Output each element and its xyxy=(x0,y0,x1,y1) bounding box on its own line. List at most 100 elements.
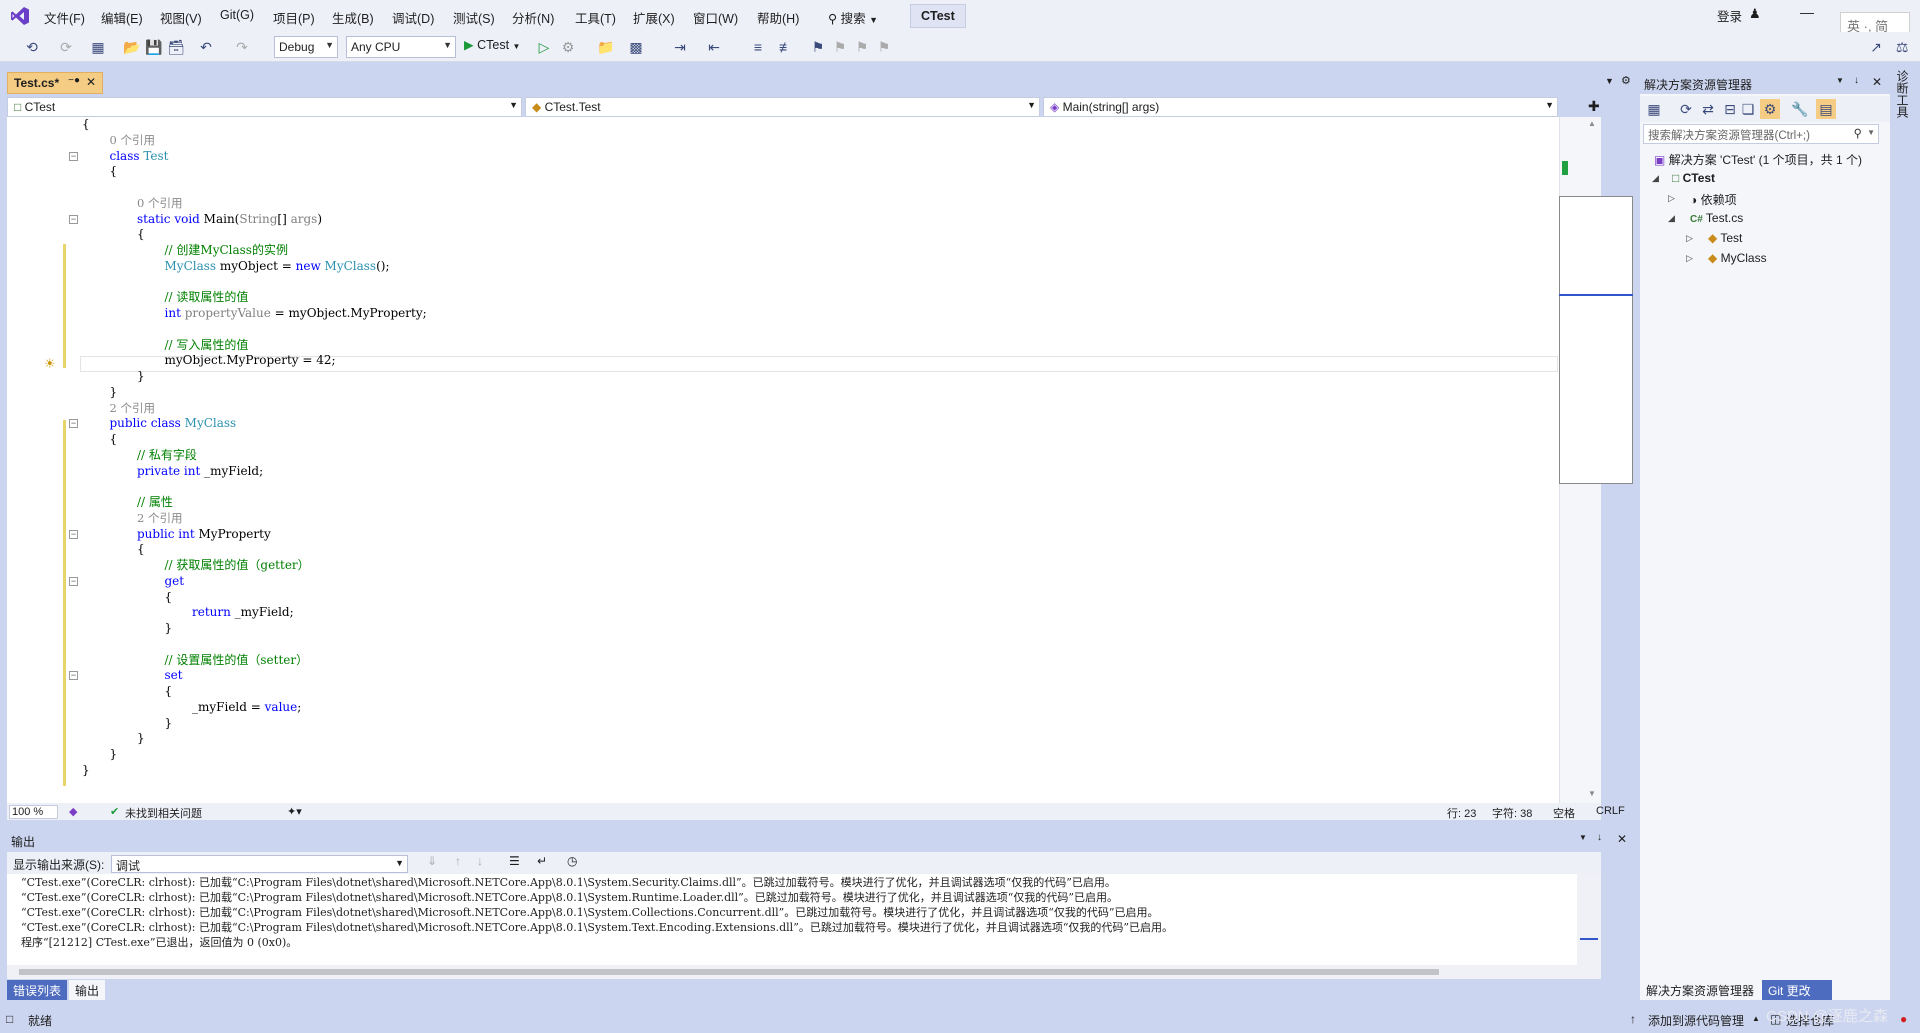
fold-toggle-icon[interactable]: − xyxy=(69,529,78,539)
code-line[interactable]: private int _myField; xyxy=(137,464,263,478)
code-line[interactable]: 2 个引用 xyxy=(137,511,182,525)
start-without-debugging-icon[interactable]: ▷ xyxy=(534,37,554,57)
codelens-references[interactable]: 2 个引用 xyxy=(110,401,155,415)
fold-toggle-icon[interactable]: − xyxy=(69,151,78,161)
menu-tools[interactable]: 工具(T) xyxy=(575,8,616,27)
close-icon[interactable]: ✕ xyxy=(1872,75,1882,89)
code-line[interactable]: { xyxy=(110,432,118,446)
collapsed-arrow-icon[interactable]: ▷ xyxy=(1686,233,1693,244)
scroll-thumb[interactable] xyxy=(1580,924,1598,940)
code-line[interactable]: { xyxy=(137,542,145,556)
zoom-select[interactable]: 100 % xyxy=(9,805,59,819)
fold-toggle-icon[interactable]: − xyxy=(69,576,78,586)
solution-search-input[interactable]: 搜索解决方案资源管理器(Ctrl+;) ⚲ ▼ xyxy=(1643,124,1879,144)
forward-icon[interactable]: ⟳ xyxy=(56,37,76,57)
class-nav-combo[interactable]: ◆ CTest.Test ▼ xyxy=(525,97,1040,117)
code-line[interactable]: 2 个引用 xyxy=(110,401,155,415)
split-editor-icon[interactable]: ✚ xyxy=(1588,98,1600,115)
line-ending[interactable]: CRLF xyxy=(1596,805,1625,817)
clear-bookmarks-icon[interactable]: ⚑ xyxy=(874,37,894,57)
scroll-down-icon[interactable]: ▼ xyxy=(1588,789,1596,798)
preview-selected-icon[interactable]: ▤ xyxy=(1816,99,1836,119)
code-line[interactable]: } xyxy=(165,716,173,730)
code-line[interactable]: } xyxy=(82,763,90,777)
tab-solution-explorer[interactable]: 解决方案资源管理器 xyxy=(1640,980,1760,1000)
char-number[interactable]: 字符: 38 xyxy=(1492,805,1532,821)
minimize-button[interactable]: — xyxy=(1800,4,1814,20)
gear-icon[interactable]: ⚙ xyxy=(1621,74,1631,87)
codelens-references[interactable]: 0 个引用 xyxy=(137,196,182,210)
tab-list-chevron-icon[interactable]: ▼ xyxy=(1605,76,1614,86)
code-line[interactable]: { xyxy=(137,227,145,241)
collapsed-arrow-icon[interactable]: ▷ xyxy=(1668,193,1675,204)
lightbulb-icon[interactable]: ☀ xyxy=(44,356,56,372)
code-line[interactable]: // 获取属性的值（getter） xyxy=(165,558,310,572)
tree-solution[interactable]: ▣ 解决方案 'CTest' (1 个项目，共 1 个) xyxy=(1654,151,1862,168)
panel-options-icon[interactable]: ▼ xyxy=(1836,76,1844,85)
code-line[interactable]: public int MyProperty xyxy=(137,527,271,541)
code-line[interactable]: static void Main(String[] args) xyxy=(137,212,322,226)
output-source-select[interactable]: 调试 ▼ xyxy=(111,855,408,873)
output-vertical-scrollbar[interactable] xyxy=(1577,874,1601,965)
find-message-icon[interactable]: ⇓ xyxy=(427,854,437,868)
solution-platform-select[interactable]: Any CPU ▼ xyxy=(346,36,456,58)
menu-help[interactable]: 帮助(H) xyxy=(757,8,799,27)
code-line[interactable]: set xyxy=(165,668,183,682)
prev-message-icon[interactable]: ↑ xyxy=(455,854,461,868)
pin-icon[interactable]: ↓ xyxy=(1597,832,1602,843)
codelens-references[interactable]: 0 个引用 xyxy=(110,133,155,147)
code-line[interactable]: class Test xyxy=(110,149,169,163)
code-line[interactable]: { xyxy=(82,117,90,131)
save-all-icon[interactable]: 🗃 xyxy=(166,37,186,57)
bookmark-icon[interactable]: ⚑ xyxy=(808,37,828,57)
tab-git-changes[interactable]: Git 更改 xyxy=(1762,980,1832,1000)
code-line[interactable]: _myField = value; xyxy=(192,700,301,714)
tree-class-myclass[interactable]: ◆ MyClass xyxy=(1708,251,1767,265)
menu-extensions[interactable]: 扩展(X) xyxy=(633,8,675,27)
undo-icon[interactable]: ↶ xyxy=(196,37,216,57)
open-folder-icon[interactable]: 📂 xyxy=(122,37,142,57)
code-cleanup-icon[interactable]: ✦▾ xyxy=(287,805,302,818)
prev-bookmark-icon[interactable]: ⚑ xyxy=(830,37,850,57)
menu-debug[interactable]: 调试(D) xyxy=(392,8,434,27)
properties-icon[interactable]: 🔧 xyxy=(1790,99,1810,119)
collapse-all-icon[interactable]: ⊟ xyxy=(1720,99,1740,119)
solution-configuration-select[interactable]: Debug ▼ xyxy=(274,36,338,58)
tree-dependencies[interactable]: ◑ 依赖项 xyxy=(1690,191,1737,208)
menu-build[interactable]: 生成(B) xyxy=(332,8,374,27)
output-text[interactable]: “CTest.exe”(CoreCLR: clrhost): 已加载“C:\Pr… xyxy=(7,874,1601,965)
new-project-icon[interactable]: ▦ xyxy=(88,37,108,57)
next-message-icon[interactable]: ↓ xyxy=(477,854,483,868)
code-line[interactable]: } xyxy=(165,621,173,635)
fold-toggle-icon[interactable]: − xyxy=(69,419,78,429)
comment-icon[interactable]: ≡ xyxy=(748,37,768,57)
code-line[interactable]: // 私有字段 xyxy=(137,448,197,462)
indent-mode[interactable]: 空格 xyxy=(1553,805,1575,821)
scroll-up-icon[interactable]: ▲ xyxy=(1588,119,1596,128)
code-line[interactable]: get xyxy=(165,574,185,588)
member-nav-combo[interactable]: ◈ Main(string[] args) ▼ xyxy=(1043,97,1558,117)
menu-git[interactable]: Git(G) xyxy=(220,8,254,22)
switch-views-icon[interactable]: ▦ xyxy=(1644,99,1664,119)
menu-view[interactable]: 视图(V) xyxy=(160,8,202,27)
codelens-references[interactable]: 2 个引用 xyxy=(137,511,182,525)
step-icon[interactable]: ⇥ xyxy=(670,37,690,57)
minimap-viewport[interactable] xyxy=(1559,196,1633,296)
collapsed-arrow-icon[interactable]: ▷ xyxy=(1686,253,1693,264)
menu-test[interactable]: 测试(S) xyxy=(453,8,495,27)
browse-icon[interactable]: 📁 xyxy=(596,37,616,57)
menu-analyze[interactable]: 分析(N) xyxy=(512,8,554,27)
word-wrap-icon[interactable]: ↵ xyxy=(537,854,547,868)
tab-error-list[interactable]: 错误列表 xyxy=(7,980,67,1000)
code-line[interactable]: return _myField; xyxy=(192,605,294,619)
menu-file[interactable]: 文件(F) xyxy=(44,8,85,27)
code-line[interactable]: } xyxy=(137,731,145,745)
search-menu[interactable]: ⚲ 搜索 ▼ xyxy=(828,8,878,27)
expanded-arrow-icon[interactable]: ◢ xyxy=(1668,213,1675,224)
add-to-source-control[interactable]: 添加到源代码管理 xyxy=(1648,1012,1744,1029)
output-window-icon[interactable]: □ xyxy=(6,1012,13,1026)
preview-features-icon[interactable]: ⚖ xyxy=(1892,37,1912,57)
save-icon[interactable]: 💾 xyxy=(144,37,164,57)
code-line[interactable]: // 创建MyClass的实例 xyxy=(165,243,288,257)
show-all-files-icon[interactable]: ❏ xyxy=(1738,99,1758,119)
